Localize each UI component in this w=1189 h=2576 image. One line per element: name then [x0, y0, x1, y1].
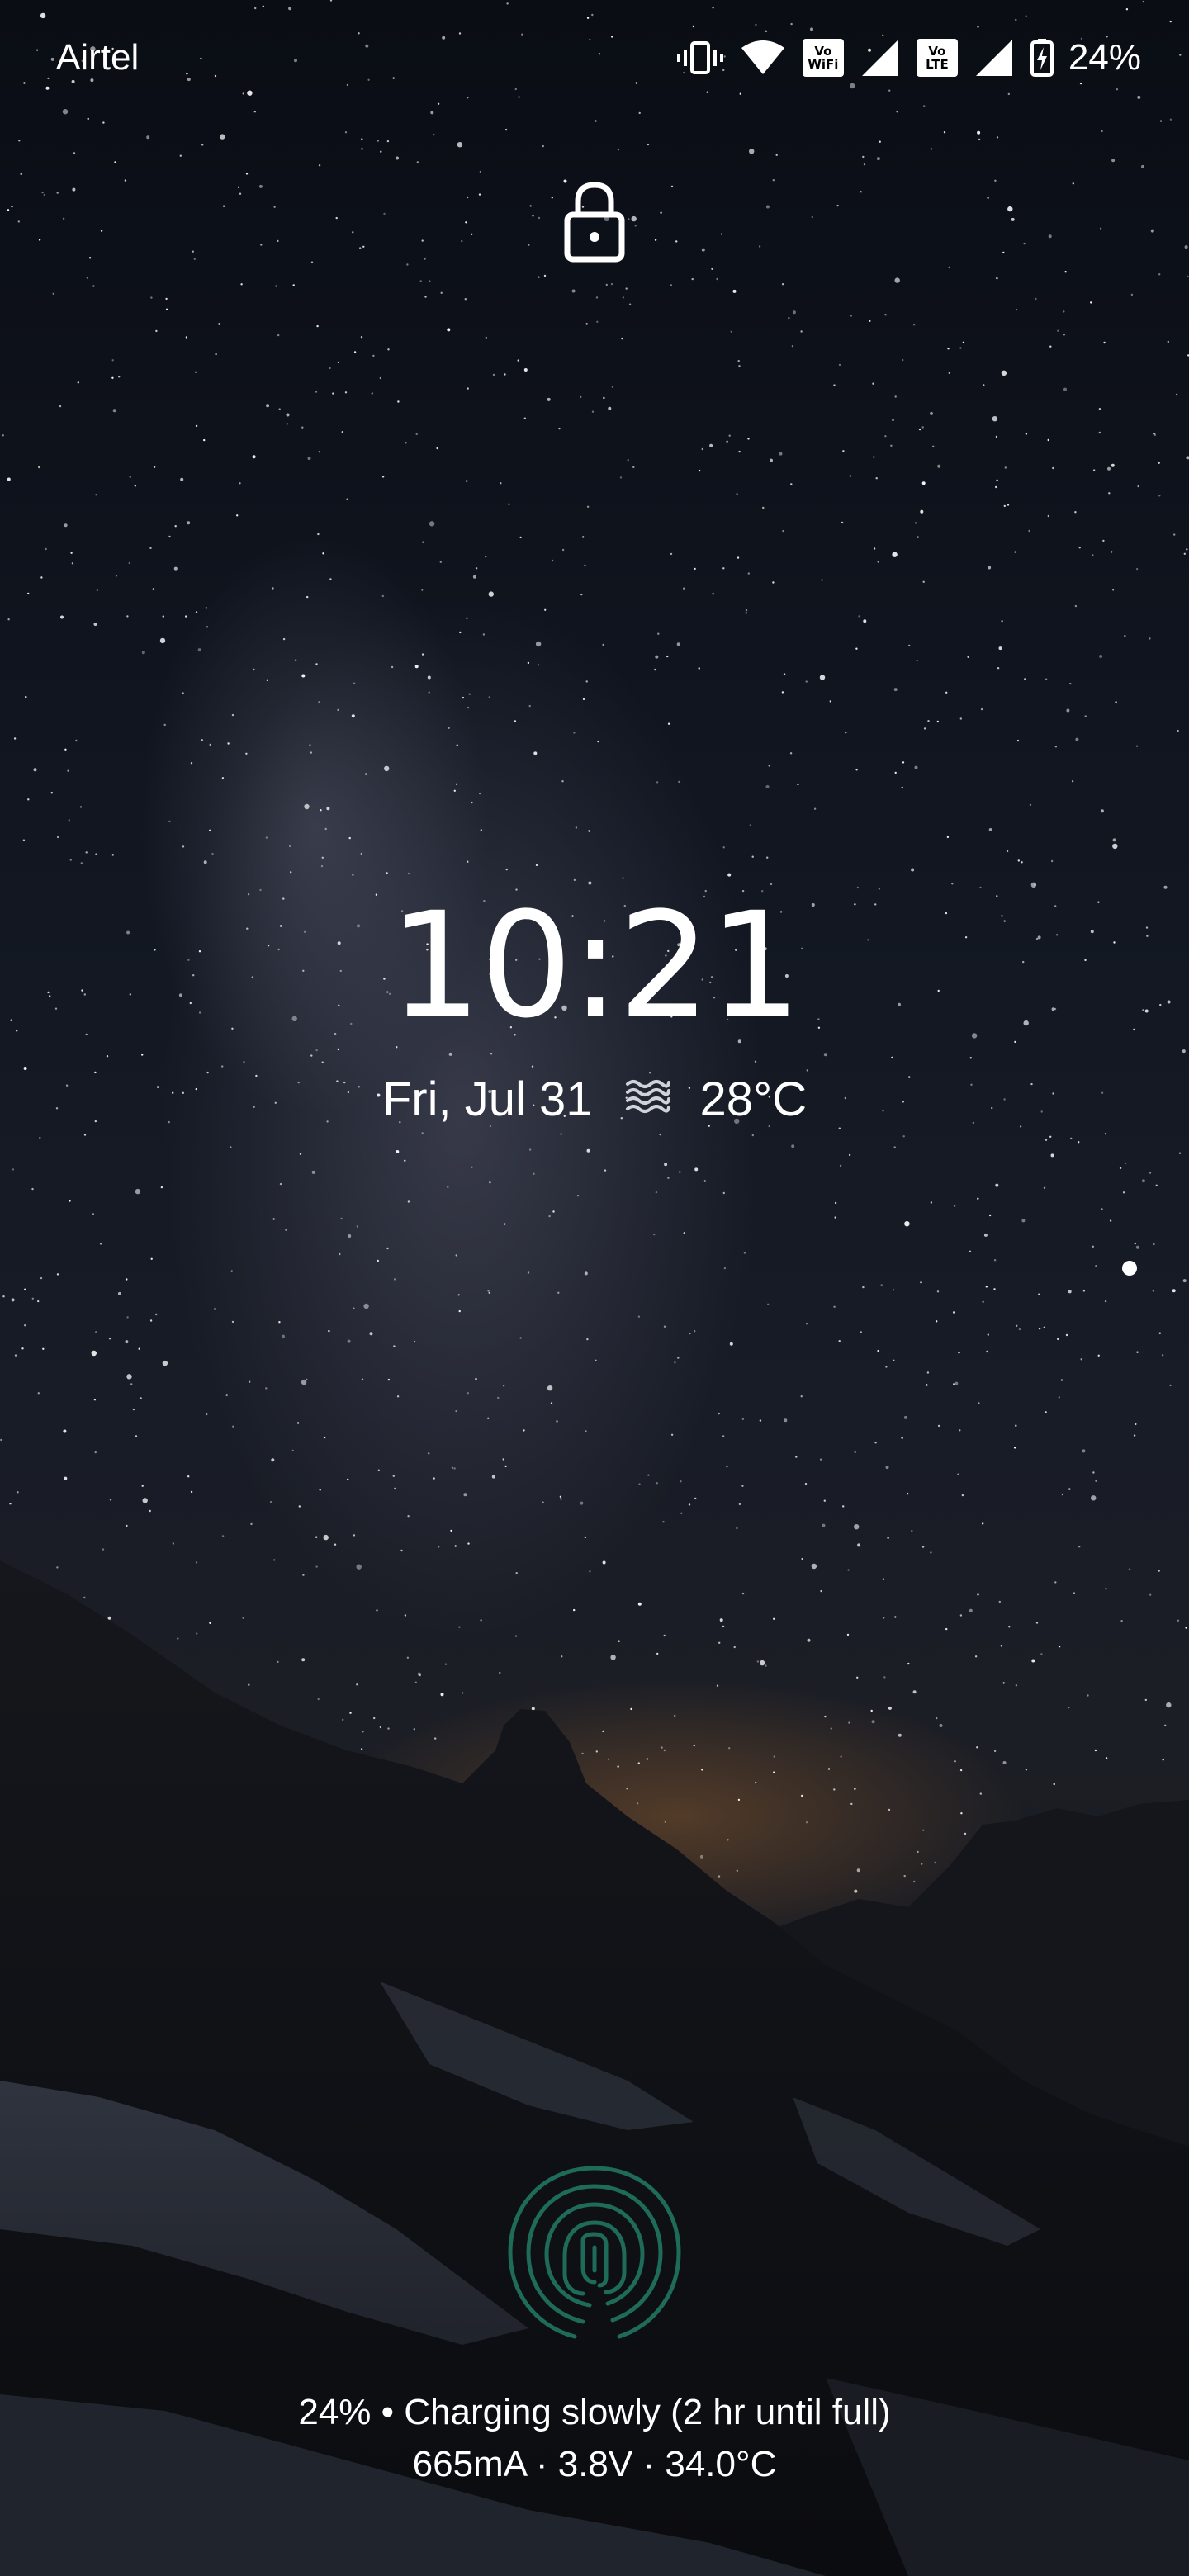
clock-time: 10:21: [389, 881, 801, 1050]
vowifi-badge-bottom: WiFi: [808, 57, 839, 72]
carrier-name: Airtel: [56, 37, 140, 78]
volte-icon: Vo LTE: [916, 39, 958, 77]
volte-badge-top: Vo: [928, 44, 946, 59]
status-bar: Airtel Vo WiFi Vo LTE 24%: [0, 0, 1189, 116]
battery-percentage: 24%: [1068, 37, 1141, 78]
lock-icon[interactable]: [563, 178, 626, 264]
volte-badge-bottom: LTE: [926, 57, 949, 72]
battery-charging-icon: [1030, 39, 1054, 77]
fingerprint-icon[interactable]: [504, 2162, 685, 2343]
lock-screen: Airtel Vo WiFi Vo LTE 24% 10:21 Fri, Jul…: [0, 0, 1189, 2576]
date-text: Fri, Jul 31: [381, 1073, 593, 1126]
vibrate-icon: [676, 40, 723, 76]
vowifi-icon: Vo WiFi: [802, 39, 844, 77]
signal-icon: [861, 40, 898, 76]
vowifi-badge-top: Vo: [814, 44, 832, 59]
status-icons: Vo WiFi Vo LTE 24%: [676, 33, 1141, 83]
signal-icon: [975, 40, 1012, 76]
date-weather-row[interactable]: Fri, Jul 31 28°C: [0, 1067, 1189, 1133]
charging-status: 24% • Charging slowly (2 hr until full): [298, 2392, 891, 2432]
haze-icon: [624, 1067, 672, 1133]
charging-detail: 665mA · 3.8V · 34.0°C: [412, 2444, 777, 2484]
wifi-icon: [741, 40, 784, 76]
temperature-text: 28°C: [699, 1073, 808, 1126]
